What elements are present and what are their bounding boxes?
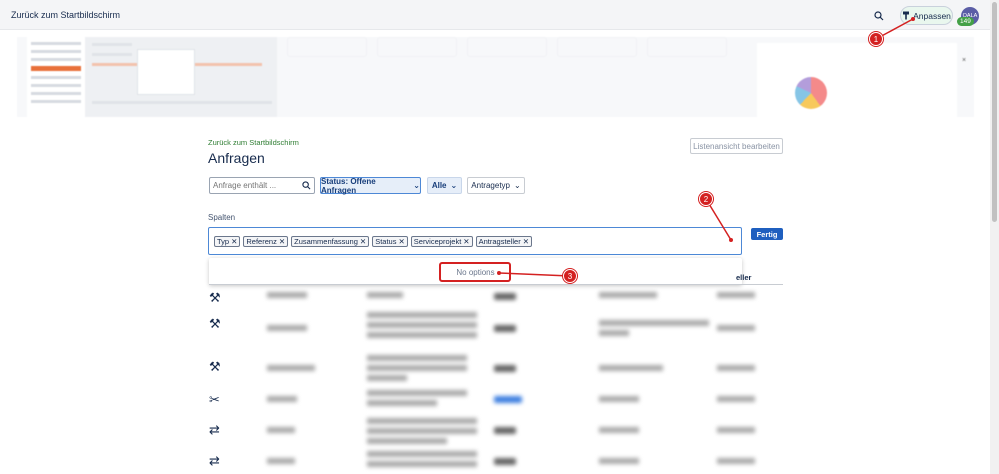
column-chip-requester: Antragsteller ✕ xyxy=(475,236,532,247)
page-scrollbar[interactable] xyxy=(990,0,999,474)
column-chip-service-project: Serviceprojekt ✕ xyxy=(410,236,473,247)
search-icon xyxy=(302,181,311,190)
wrench-screwdriver-icon: ⚒ xyxy=(209,316,221,331)
annotation-marker: 3 xyxy=(563,269,577,283)
remove-chip-icon[interactable]: ✕ xyxy=(463,237,469,246)
done-button[interactable]: Fertig xyxy=(751,228,783,240)
remove-chip-icon[interactable]: ✕ xyxy=(231,237,237,246)
edit-list-view-button[interactable]: Listenansicht bearbeiten xyxy=(690,138,783,154)
notification-count-badge: 149 xyxy=(957,17,974,26)
breadcrumb[interactable]: Zurück zum Startbildschirm xyxy=(208,138,299,147)
request-type-dropdown[interactable]: Antragetyp ⌄ xyxy=(467,177,525,194)
chevron-down-icon: ⌄ xyxy=(413,181,420,190)
annotation-highlight-box xyxy=(439,262,511,282)
annotation-marker: 2 xyxy=(699,192,713,206)
annotation-marker: 1 xyxy=(869,32,883,46)
status-filter-label: Status: Offene Anfragen xyxy=(321,176,376,195)
customize-button[interactable]: Anpassen xyxy=(900,6,953,25)
wrench-screwdriver-icon: ⚒ xyxy=(209,290,221,305)
all-filter-dropdown[interactable]: Alle ⌄ xyxy=(427,177,462,194)
table-row[interactable]: ⚒ xyxy=(209,286,783,312)
remove-chip-icon[interactable]: ✕ xyxy=(279,237,285,246)
transfer-arrows-icon: ⇄ xyxy=(209,422,220,437)
request-type-label: Antragetyp xyxy=(471,181,510,190)
banner-pie-graphic xyxy=(795,77,827,109)
column-chip-status: Status ✕ xyxy=(372,236,408,247)
welcome-banner: × xyxy=(17,37,974,117)
table-row[interactable]: ⚒ xyxy=(209,355,783,381)
paintbrush-icon xyxy=(903,11,910,20)
close-icon[interactable]: × xyxy=(962,57,966,64)
table-row[interactable]: ⇄ xyxy=(209,418,783,444)
wrench-screwdriver-icon: ⚒ xyxy=(209,359,221,374)
remove-chip-icon[interactable]: ✕ xyxy=(360,237,366,246)
request-search-field[interactable] xyxy=(209,177,315,194)
request-search-input[interactable] xyxy=(210,178,300,193)
top-bar: Zurück zum Startbildschirm Anpassen OALA… xyxy=(0,0,990,30)
table-row[interactable]: ⇄ xyxy=(209,449,783,474)
chevron-down-icon: ⌄ xyxy=(450,181,458,190)
chevron-down-icon: ⌄ xyxy=(514,181,521,190)
table-header-divider xyxy=(209,284,783,285)
search-icon xyxy=(874,11,884,21)
global-search-button[interactable] xyxy=(870,7,888,25)
scrollbar-thumb[interactable] xyxy=(992,2,997,222)
customize-label: Anpassen xyxy=(913,10,951,21)
table-row[interactable]: ⚒ xyxy=(209,312,783,338)
page-title: Anfragen xyxy=(208,150,265,166)
transfer-arrows-icon: ⇄ xyxy=(209,453,220,468)
column-chip-reference: Referenz ✕ xyxy=(243,236,289,247)
all-filter-label: Alle xyxy=(431,181,447,190)
tools-icon: ✂ xyxy=(209,392,220,407)
table-row[interactable]: ✂ xyxy=(209,388,783,414)
columns-label: Spalten xyxy=(208,213,236,222)
column-header-requester[interactable]: eller xyxy=(736,273,751,282)
column-chip-summary: Zusammenfassung ✕ xyxy=(291,236,370,247)
banner-preview-image xyxy=(27,37,277,117)
remove-chip-icon[interactable]: ✕ xyxy=(523,237,529,246)
status-filter-dropdown[interactable]: Status: Offene Anfragen ⌄ xyxy=(320,176,421,195)
column-chip-type: Typ ✕ xyxy=(214,236,241,247)
remove-chip-icon[interactable]: ✕ xyxy=(398,237,404,246)
back-to-home-link[interactable]: Zurück zum Startbildschirm xyxy=(11,10,120,20)
columns-multiselect[interactable]: Typ ✕ Referenz ✕ Zusammenfassung ✕ Status ✕ … xyxy=(208,227,742,255)
